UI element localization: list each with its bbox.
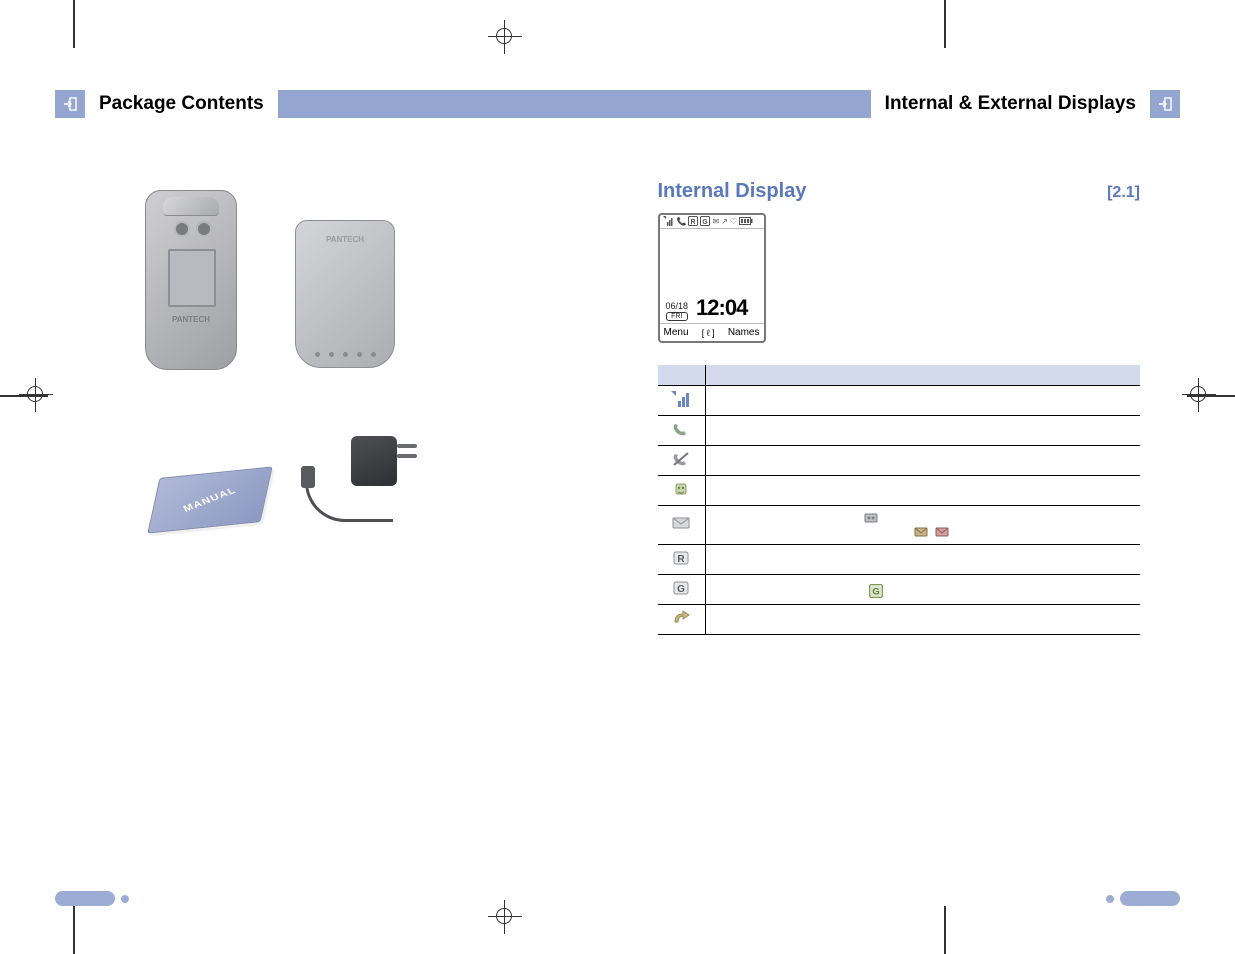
message-icon xyxy=(671,515,691,531)
table-cell-desc xyxy=(706,505,1141,544)
manual-label: MANUAL xyxy=(182,486,239,515)
registration-mark xyxy=(19,378,53,412)
crop-mark xyxy=(944,0,946,48)
display-day-value: FRI xyxy=(666,312,689,321)
footer-page-left xyxy=(55,891,129,906)
vibrate-icon: ♡ xyxy=(730,217,737,226)
footer-dot xyxy=(121,895,129,903)
section-number: [2.1] xyxy=(1107,184,1140,202)
charger-illustration xyxy=(301,436,431,526)
softkey-center: [ ℓ ] xyxy=(702,328,715,338)
page-internal-display: Internal Display [2.1] 📞 R G ✉ ↗ ♡ xyxy=(618,140,1181,874)
display-time: 12:04 xyxy=(696,295,747,321)
table-row xyxy=(658,415,1141,445)
crop-mark xyxy=(73,0,75,48)
header-title-left: Package Contents xyxy=(85,90,278,118)
table-row xyxy=(658,505,1141,544)
g-icon: G xyxy=(700,216,710,228)
gprs-icon: G xyxy=(671,580,691,596)
registration-mark xyxy=(488,20,522,54)
call-in-progress-icon xyxy=(671,421,691,437)
svg-text:R: R xyxy=(678,554,686,565)
call-divert-icon xyxy=(671,610,691,626)
table-row xyxy=(658,475,1141,505)
mms-full-icon xyxy=(935,526,949,538)
voice-msg-icon xyxy=(864,512,878,524)
enter-icon xyxy=(63,97,77,111)
table-cell-desc xyxy=(706,544,1141,574)
registration-mark xyxy=(1182,378,1216,412)
phone-illustration: PANTECH xyxy=(145,190,237,370)
phone-brand-label: PANTECH xyxy=(146,315,236,324)
roaming-icon: R xyxy=(671,550,691,566)
display-date: 06/18 FRI xyxy=(666,302,689,321)
table-cell-desc xyxy=(706,415,1141,445)
section-title: Internal Display xyxy=(658,180,807,203)
vibrate-mode-icon xyxy=(671,481,691,497)
enter-icon xyxy=(1158,97,1172,111)
header-decoration-right xyxy=(1150,90,1180,118)
table-row: G G xyxy=(658,574,1141,604)
table-cell-desc: G xyxy=(706,574,1141,604)
battery-illustration: PANTECH xyxy=(295,220,395,368)
footer-dot xyxy=(1106,895,1114,903)
battery-brand-label: PANTECH xyxy=(296,235,394,244)
crop-mark xyxy=(944,906,946,954)
battery-icon xyxy=(739,217,753,227)
svg-text:G: G xyxy=(872,586,879,596)
svg-text:G: G xyxy=(703,219,709,226)
table-cell-desc xyxy=(706,604,1141,634)
table-cell-desc xyxy=(706,475,1141,505)
table-row xyxy=(658,445,1141,475)
gprs-small-icon: G xyxy=(869,584,883,596)
header-bar: Package Contents Internal & External Dis… xyxy=(55,90,1180,118)
table-cell-desc xyxy=(706,445,1141,475)
out-of-range-icon xyxy=(671,451,691,467)
registration-mark xyxy=(488,900,522,934)
header-title-right: Internal & External Displays xyxy=(871,90,1150,118)
page-number-right xyxy=(1120,891,1140,906)
table-row xyxy=(658,604,1141,634)
table-row: R xyxy=(658,544,1141,574)
display-date-value: 06/18 xyxy=(666,301,689,311)
softkey-left: Menu xyxy=(664,327,689,338)
r-icon: R xyxy=(688,216,698,228)
icon-description-table: R G G xyxy=(658,365,1141,635)
table-header-desc xyxy=(706,365,1141,385)
phone-icon: 📞 xyxy=(677,217,687,226)
crop-mark xyxy=(73,906,75,954)
table-cell-desc xyxy=(706,385,1141,415)
header-decoration-left xyxy=(55,90,85,118)
signal-strength-icon xyxy=(671,391,691,407)
svg-text:G: G xyxy=(677,584,685,595)
manual-illustration: MANUAL xyxy=(147,466,272,533)
page-package-contents: PANTECH PANTECH MANUAL xyxy=(55,140,618,874)
table-row xyxy=(658,385,1141,415)
softkey-right: Names xyxy=(728,327,760,338)
signal-icon xyxy=(663,216,675,228)
page-number-left xyxy=(95,891,115,906)
internal-display-mock: 📞 R G ✉ ↗ ♡ 06/18 FRI 12:04 xyxy=(658,213,766,343)
table-header-icon xyxy=(658,365,706,385)
divert-icon: ↗ xyxy=(721,217,728,226)
header-fill xyxy=(278,90,871,118)
display-softkeys: Menu [ ℓ ] Names xyxy=(660,323,764,341)
svg-text:R: R xyxy=(691,219,696,226)
sms-full-icon xyxy=(914,526,928,538)
footer-page-right xyxy=(1106,891,1180,906)
display-status-bar: 📞 R G ✉ ↗ ♡ xyxy=(660,215,764,229)
envelope-icon: ✉ xyxy=(712,217,719,226)
